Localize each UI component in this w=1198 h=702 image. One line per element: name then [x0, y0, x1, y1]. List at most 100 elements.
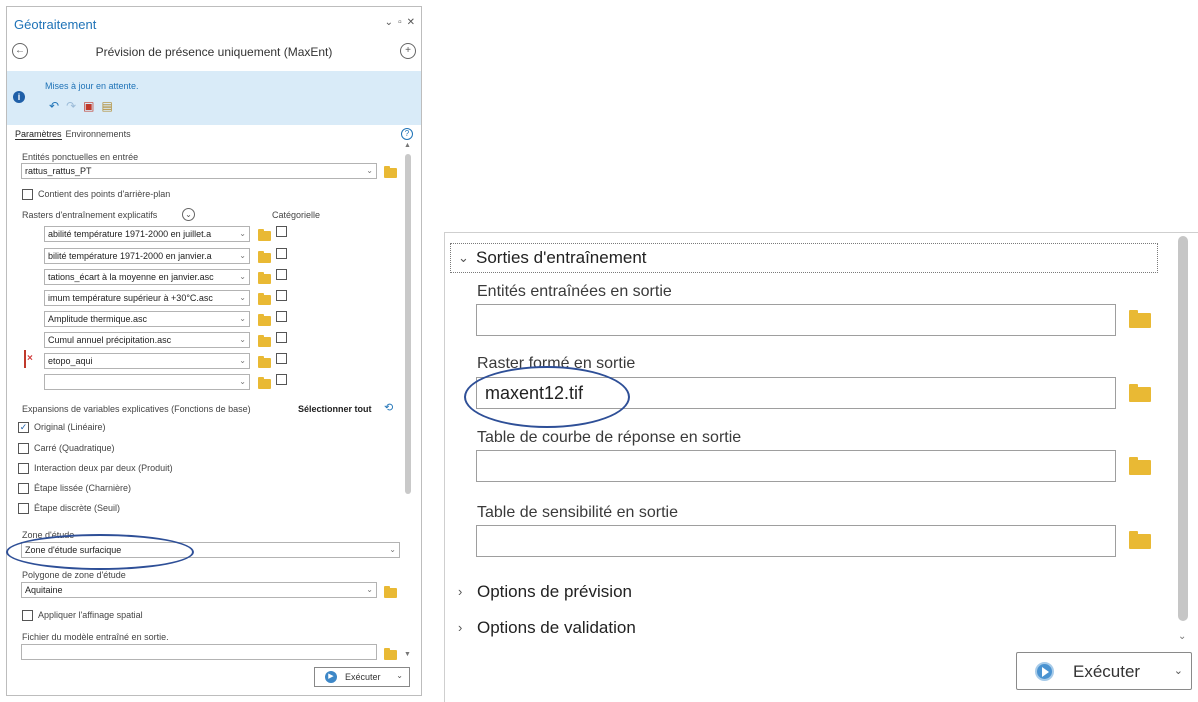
categorical-checkbox[interactable]	[276, 226, 287, 237]
raster-field[interactable]: etopo_aqui ⌄	[44, 353, 250, 369]
expansion-checkbox[interactable]	[18, 503, 29, 514]
undo-icon[interactable]: ↶	[49, 99, 59, 113]
spatial-thinning-checkbox[interactable]	[22, 610, 33, 621]
folder-icon[interactable]	[258, 229, 271, 241]
folder-icon[interactable]	[1129, 457, 1151, 475]
validation-options-section[interactable]: Options de validation	[477, 618, 636, 638]
tab-parameters[interactable]: Paramètres	[15, 129, 62, 140]
run-label: Exécuter	[345, 672, 381, 682]
study-area-dropdown[interactable]: Zone d'étude surfacique ⌄	[21, 542, 400, 558]
categorical-checkbox[interactable]	[276, 311, 287, 322]
scroll-thumb[interactable]	[405, 154, 411, 494]
folder-icon[interactable]	[1129, 310, 1151, 328]
raster-field[interactable]: abilité température 1971-2000 en juillet…	[44, 226, 250, 242]
chevron-down-icon[interactable]: ⌄	[239, 291, 246, 305]
scroll-up-icon[interactable]: ▲	[404, 142, 411, 149]
raster-field[interactable]: Amplitude thermique.asc ⌄	[44, 311, 250, 327]
model-file-label: Fichier du modèle entraîné en sortie.	[22, 632, 169, 642]
folder-icon[interactable]	[1129, 384, 1151, 402]
chevron-down-icon[interactable]: ⌄	[366, 583, 373, 597]
run-button[interactable]: Exécuter ⌄	[1016, 652, 1192, 690]
close-icon[interactable]: ✕	[407, 17, 415, 28]
folder-icon[interactable]	[258, 314, 271, 326]
restore-icon[interactable]: ▫	[398, 17, 402, 28]
raster-value: Amplitude thermique.asc	[48, 314, 148, 324]
pane-title: Géotraitement	[14, 17, 97, 32]
pane-options-icon[interactable]: ⌄	[385, 17, 393, 28]
categorical-checkbox[interactable]	[276, 248, 287, 259]
raster-output-field[interactable]: maxent12.tif	[476, 377, 1116, 409]
chevron-down-icon[interactable]: ⌄	[366, 164, 373, 178]
background-points-checkbox[interactable]	[22, 189, 33, 200]
redo-icon[interactable]: ↷	[66, 99, 76, 113]
categorical-checkbox[interactable]	[276, 374, 287, 385]
expansion-checkbox[interactable]	[18, 443, 29, 454]
raster-field[interactable]: Cumul annuel précipitation.asc ⌄	[44, 332, 250, 348]
raster-field[interactable]: bilité température 1971-2000 en janvier.…	[44, 248, 250, 264]
chevron-right-icon[interactable]: ›	[458, 620, 462, 635]
tab-environments[interactable]: Environnements	[66, 129, 131, 140]
scroll-down-icon[interactable]: ⌄	[1178, 631, 1186, 642]
play-icon	[1035, 662, 1054, 681]
raster-field[interactable]: ⌄	[44, 374, 250, 390]
select-all-link[interactable]: Sélectionner tout	[298, 404, 372, 414]
save-icon[interactable]: ▣	[83, 99, 94, 113]
chevron-down-icon[interactable]: ⌄	[1174, 664, 1183, 677]
categorical-checkbox[interactable]	[276, 269, 287, 280]
chevron-down-icon[interactable]: ⌄	[389, 543, 396, 557]
expansions-label: Expansions de variables explicatives (Fo…	[22, 404, 251, 414]
right-scrollbar[interactable]: ⌄	[1176, 232, 1190, 642]
chevron-down-icon[interactable]: ⌄	[458, 250, 469, 266]
input-points-field[interactable]: rattus_rattus_PT ⌄	[21, 163, 377, 179]
categorical-checkbox[interactable]	[276, 332, 287, 343]
expansion-checkbox[interactable]	[18, 483, 29, 494]
folder-icon[interactable]	[258, 377, 271, 389]
sensitivity-field[interactable]	[476, 525, 1116, 557]
chevron-down-icon[interactable]: ⌄	[239, 375, 246, 389]
chevron-down-icon[interactable]: ⌄	[239, 227, 246, 241]
model-file-field[interactable]	[21, 644, 377, 660]
chevron-down-icon[interactable]: ⌄	[239, 354, 246, 368]
categorical-checkbox[interactable]	[276, 290, 287, 301]
folder-icon[interactable]	[258, 251, 271, 263]
help-icon[interactable]: ?	[401, 128, 413, 140]
trained-features-field[interactable]	[476, 304, 1116, 336]
expansion-label: Original (Linéaire)	[34, 422, 106, 432]
chevron-down-icon[interactable]: ⌄	[239, 270, 246, 284]
chevron-down-icon[interactable]: ⌄	[239, 333, 246, 347]
add-icon[interactable]: +	[400, 43, 416, 59]
study-area-value: Zone d'étude surfacique	[25, 545, 122, 555]
study-polygon-value: Aquitaine	[25, 585, 63, 595]
categorical-checkbox[interactable]	[276, 353, 287, 364]
folder-icon[interactable]	[258, 293, 271, 305]
reset-icon[interactable]: ⟲	[384, 401, 393, 414]
remove-x-icon[interactable]: ×	[27, 353, 33, 364]
folder-icon[interactable]	[258, 335, 271, 347]
chevron-right-icon[interactable]: ›	[458, 584, 462, 599]
tab-bar: Paramètres Environnements	[15, 129, 131, 140]
clipboard-icon[interactable]: ▤	[101, 99, 112, 113]
scroll-thumb[interactable]	[1178, 236, 1188, 621]
banner-message: Mises à jour en attente.	[45, 81, 139, 91]
expansion-checkbox[interactable]	[18, 463, 29, 474]
expand-icon[interactable]: ⌄	[182, 208, 195, 221]
chevron-down-icon[interactable]: ⌄	[396, 671, 403, 680]
folder-icon[interactable]	[1129, 531, 1151, 549]
folder-icon[interactable]	[258, 272, 271, 284]
response-curve-field[interactable]	[476, 450, 1116, 482]
expansion-label: Carré (Quadratique)	[34, 443, 115, 453]
folder-icon[interactable]	[258, 356, 271, 368]
raster-field[interactable]: tations_écart à la moyenne en janvier.as…	[44, 269, 250, 285]
folder-icon[interactable]	[384, 586, 397, 598]
run-button-small[interactable]: ▶ Exécuter ⌄	[314, 667, 410, 687]
left-scrollbar[interactable]: ▲ ▼	[404, 140, 412, 660]
raster-field[interactable]: imum température supérieur à +30°C.asc ⌄	[44, 290, 250, 306]
chevron-down-icon[interactable]: ⌄	[239, 312, 246, 326]
scroll-down-icon[interactable]: ▼	[404, 651, 411, 658]
folder-icon[interactable]	[384, 166, 397, 178]
folder-icon[interactable]	[384, 648, 397, 660]
chevron-down-icon[interactable]: ⌄	[239, 249, 246, 263]
prediction-options-section[interactable]: Options de prévision	[477, 582, 632, 602]
expansion-checkbox[interactable]: ✓	[18, 422, 29, 433]
study-polygon-field[interactable]: Aquitaine ⌄	[21, 582, 377, 598]
